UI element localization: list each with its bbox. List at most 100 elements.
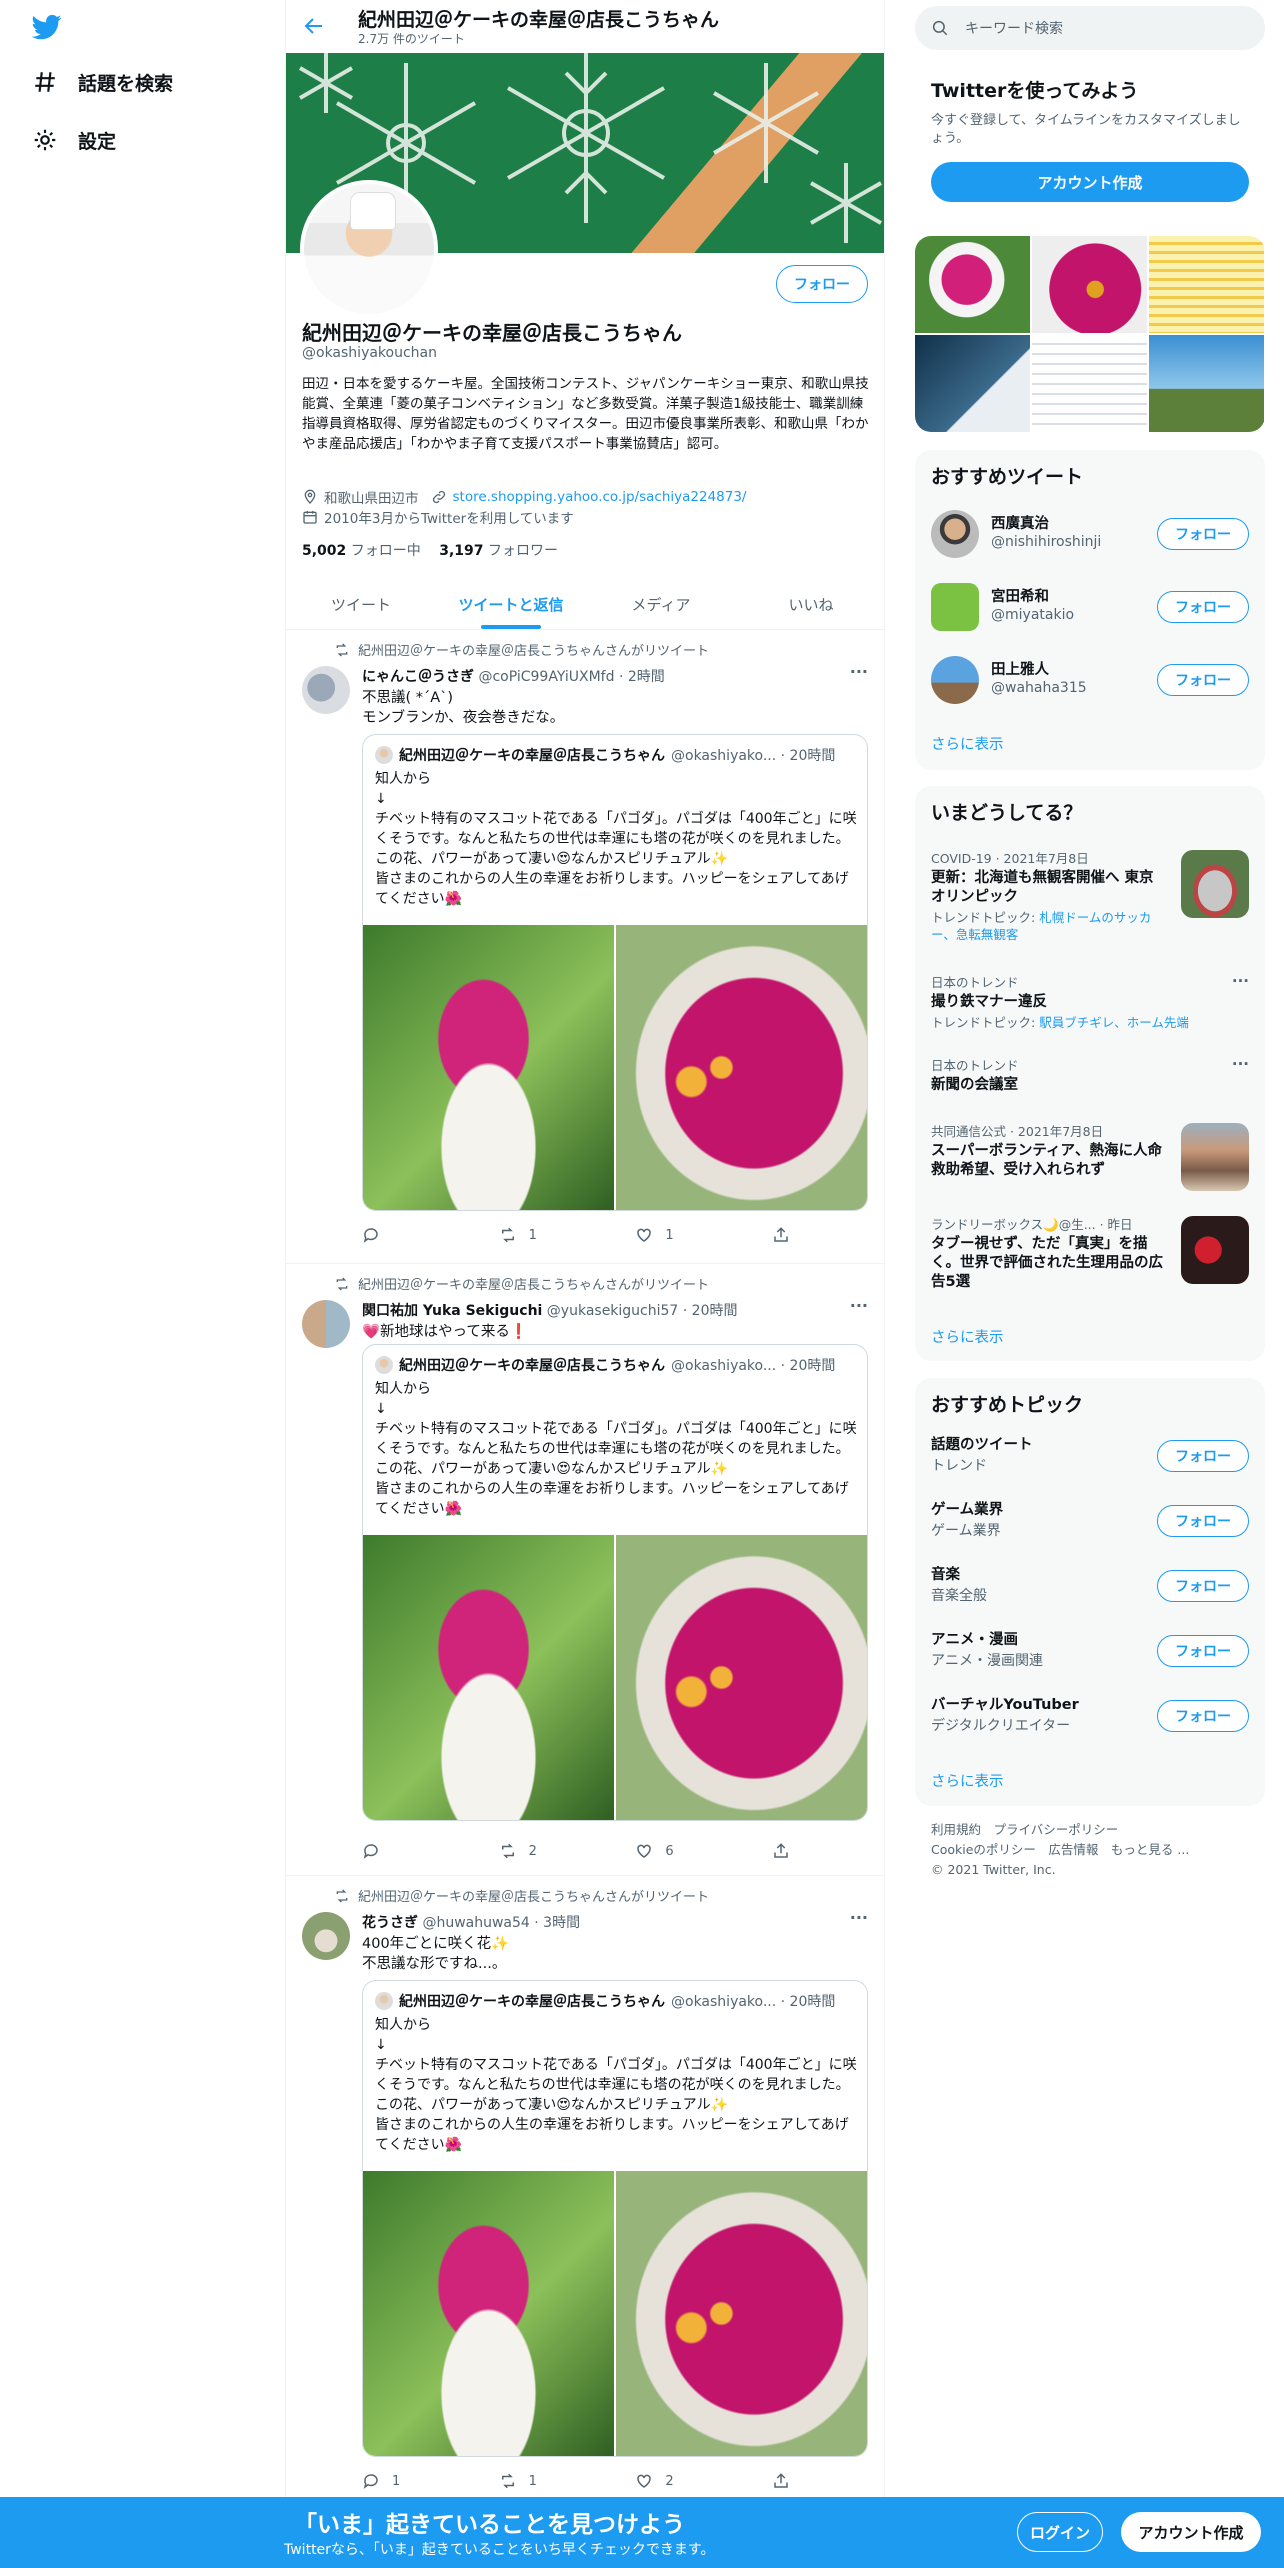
topic-item[interactable]: 音楽 音楽全般 フォロー [931,1564,1249,1616]
trend-item[interactable]: COVID-19 · 2021年7月8日 更新：北海道も無観客開催へ 東京オリン… [931,848,1249,948]
footer-line[interactable]: 利用規約 プライバシーポリシー [931,1820,1261,1840]
quote-author-name: 紀州田辺＠ケーキの幸屋＠店長こうちゃん [399,748,665,764]
recommended-user[interactable]: 西廣真治 @nishihiroshinji フォロー [931,506,1249,562]
trend-item[interactable]: 共同通信公式 · 2021年7月8日 スーパーボランティア、熱海に人命救助希望、… [931,1121,1249,1195]
avatar[interactable] [302,1912,350,1960]
back-arrow-icon[interactable] [302,14,326,38]
trend-item[interactable]: ランドリーボックス🌙@生... · 昨日 タブー視せず、ただ「真実」を描く。世界… [931,1214,1249,1304]
follow-button[interactable]: フォロー [1157,1570,1249,1602]
follow-button[interactable]: フォロー [1157,664,1249,696]
follow-button[interactable]: フォロー [1157,1700,1249,1732]
tab-tweets-and-replies[interactable]: ツイートと返信 [436,580,586,629]
avatar[interactable] [931,510,979,558]
trend-sub-links[interactable]: 駅員ブチギレ、ホーム先端 [1039,1015,1189,1030]
retweet-button[interactable]: 1 [499,1226,609,1244]
share-button[interactable] [772,1226,802,1244]
trend-context: 日本のトレンド [931,975,1019,990]
reply-button[interactable] [362,1842,472,1860]
topic-item[interactable]: ゲーム業界 ゲーム業界 フォロー [931,1499,1249,1551]
show-more-link[interactable]: さらに表示 [931,733,1004,754]
recommended-user[interactable]: 宮田希和 @miyatakio フォロー [931,579,1249,635]
follow-button[interactable]: フォロー [1157,1635,1249,1667]
tweet[interactable]: 紀州田辺＠ケーキの幸屋＠店長こうちゃんさんがリツイート 花うさぎ @huwahu… [286,1876,884,2500]
avatar[interactable] [931,583,979,631]
follow-button[interactable]: フォロー [1157,1440,1249,1472]
reply-button[interactable]: 1 [362,2472,472,2490]
flower-photo-left[interactable] [363,1535,614,1820]
more-icon[interactable]: ··· [850,662,868,681]
search-input[interactable]: キーワード検索 [965,18,1063,38]
trend-item[interactable]: 日本のトレンド 新聞の会議室 ··· [931,1055,1249,1095]
signup-button[interactable]: アカウント作成 [931,162,1249,202]
followers-link[interactable]: 3,197 フォロワー [439,543,558,559]
profile-avatar[interactable] [300,180,438,318]
more-icon[interactable]: ··· [1232,972,1249,990]
topic-item[interactable]: 話題のツイート トレンド フォロー [931,1434,1249,1486]
tweet-author[interactable]: 花うさぎ @huwahuwa54 · 3時間 [362,1912,580,1932]
tab-media[interactable]: メディア [586,580,736,629]
recommended-user[interactable]: 田上雅人 @wahaha315 フォロー [931,652,1249,708]
topics-title: おすすめトピック [931,1394,1084,1416]
tweet-author[interactable]: 関口祐加 Yuka Sekiguchi @yukasekiguchi57 · 2… [362,1300,738,1320]
media-thumb[interactable] [915,335,1030,432]
avatar[interactable] [931,656,979,704]
trend-thumbnail[interactable] [1181,1123,1249,1191]
quoted-tweet[interactable]: 紀州田辺＠ケーキの幸屋＠店長こうちゃん @okashiyako... · 20時間… [362,1344,868,1821]
like-button[interactable]: 1 [635,1226,745,1244]
show-more-link[interactable]: さらに表示 [931,1770,1004,1791]
tweet-author[interactable]: にゃんこ＠うさぎ @coPiC99AYiUXMfd · 2時間 [362,666,665,686]
following-link[interactable]: 5,002 フォロー中 [302,543,421,559]
tweet[interactable]: 紀州田辺＠ケーキの幸屋＠店長こうちゃんさんがリツイート にゃんこ＠うさぎ @co… [286,630,884,1264]
share-button[interactable] [772,1842,802,1860]
trend-sub: トレンドトピック: 駅員ブチギレ、ホーム先端 [931,1014,1249,1031]
following-count: 5,002 [302,543,347,559]
like-button[interactable]: 2 [635,2472,745,2490]
retweet-button[interactable]: 2 [499,1842,609,1860]
profile-url-link[interactable]: store.shopping.yahoo.co.jp/sachiya224873… [453,489,747,505]
like-button[interactable]: 6 [635,1842,745,1860]
footer-line[interactable]: Cookieのポリシー 広告情報 もっと見る ... [931,1840,1261,1860]
media-thumb[interactable] [1149,335,1264,432]
trend-thumbnail[interactable] [1181,1216,1249,1284]
quoted-tweet[interactable]: 紀州田辺＠ケーキの幸屋＠店長こうちゃん @okashiyako... · 20時間… [362,1980,868,2457]
flower-photo-left[interactable] [363,925,614,1210]
flower-photo-right[interactable] [616,925,867,1210]
follow-button[interactable]: フォロー [1157,591,1249,623]
media-thumb[interactable] [1032,236,1147,333]
more-icon[interactable]: ··· [1232,1055,1249,1073]
topic-item[interactable]: アニメ・漫画 アニメ・漫画関連 フォロー [931,1629,1249,1681]
followers-label: フォロワー [487,543,558,559]
more-icon[interactable]: ··· [850,1908,868,1927]
media-thumb[interactable] [915,236,1030,333]
retweet-button[interactable]: 1 [499,2472,609,2490]
search-icon [932,20,948,36]
signup-button[interactable]: アカウント作成 [1121,2512,1261,2552]
share-button[interactable] [772,2472,802,2490]
nav-settings[interactable]: 設定 [32,120,116,160]
login-button[interactable]: ログイン [1017,2512,1103,2552]
more-icon[interactable]: ··· [850,1296,868,1315]
profile-follow-button[interactable]: フォロー [776,265,868,303]
reply-button[interactable] [362,1226,472,1244]
tab-tweets[interactable]: ツイート [286,580,436,629]
tweet[interactable]: 紀州田辺＠ケーキの幸屋＠店長こうちゃんさんがリツイート 関口祐加 Yuka Se… [286,1264,884,1876]
topic-item[interactable]: バーチャルYouTuber デジタルクリエイター フォロー [931,1694,1249,1746]
search-box[interactable]: キーワード検索 [915,6,1265,50]
profile-joined-row: 2010年3月からTwitterを利用しています [302,507,574,527]
twitter-bird-icon[interactable] [30,12,64,42]
flower-photo-left[interactable] [363,2171,614,2456]
avatar[interactable] [302,1300,350,1348]
follow-button[interactable]: フォロー [1157,1505,1249,1537]
flower-photo-right[interactable] [616,2171,867,2456]
trend-thumbnail[interactable] [1181,850,1249,918]
media-thumb[interactable] [1149,236,1264,333]
tab-likes[interactable]: いいね [736,580,884,629]
show-more-link[interactable]: さらに表示 [931,1326,1004,1347]
trend-item[interactable]: 日本のトレンド 撮り鉄マナー違反 トレンドトピック: 駅員ブチギレ、ホーム先端 … [931,972,1249,1031]
flower-photo-right[interactable] [616,1535,867,1820]
avatar[interactable] [302,666,350,714]
nav-explore[interactable]: 話題を検索 [32,62,173,102]
media-thumb[interactable] [1032,335,1147,432]
follow-button[interactable]: フォロー [1157,518,1249,550]
quoted-tweet[interactable]: 紀州田辺＠ケーキの幸屋＠店長こうちゃん @okashiyako... · 20時間… [362,734,868,1211]
